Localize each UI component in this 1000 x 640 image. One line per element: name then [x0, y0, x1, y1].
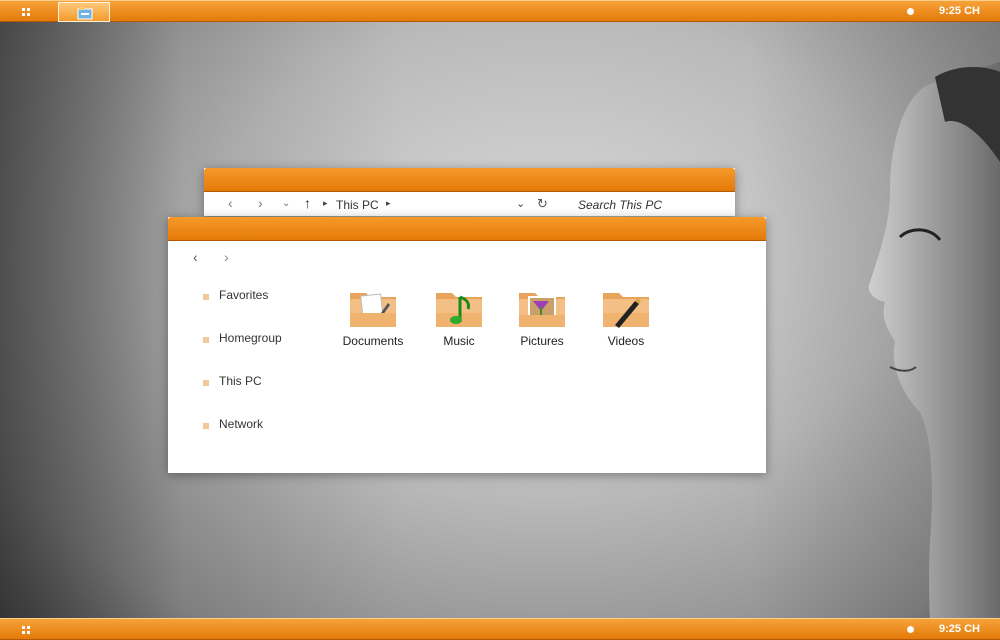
- bullet-icon: [203, 423, 209, 429]
- window-titlebar[interactable]: [168, 217, 766, 241]
- refresh-icon[interactable]: ↻: [537, 196, 548, 212]
- folder-pictures[interactable]: Pictures: [502, 287, 582, 348]
- pictures-icon: [519, 293, 565, 327]
- forward-arrow-icon[interactable]: ›: [224, 249, 229, 265]
- start-button[interactable]: [8, 622, 48, 638]
- documents-icon: [350, 293, 396, 327]
- bullet-icon: [203, 380, 209, 386]
- folder-documents[interactable]: Documents: [333, 287, 413, 348]
- folder-label: Documents: [342, 334, 404, 348]
- bullet-icon: [203, 337, 209, 343]
- start-button[interactable]: [8, 4, 48, 20]
- breadcrumb-this-pc[interactable]: This PC: [336, 198, 379, 212]
- clock[interactable]: 9:25 CH: [939, 623, 980, 635]
- address-bar: ‹ › ⌄ ↑ ▸ This PC ▸ ⌄ ↻ Search This PC: [204, 192, 735, 216]
- bullet-icon: [203, 294, 209, 300]
- search-input[interactable]: Search This PC: [578, 198, 662, 212]
- folder-music[interactable]: Music: [419, 287, 499, 348]
- sidebar-item-label: Favorites: [219, 288, 269, 302]
- back-arrow-icon[interactable]: ‹: [228, 195, 233, 211]
- file-explorer-icon: [77, 7, 93, 20]
- folder-label: Pictures: [520, 334, 564, 348]
- taskbar-file-explorer[interactable]: [58, 2, 110, 22]
- sidebar-item-label: This PC: [219, 374, 262, 388]
- wallpaper-portrait: [868, 62, 1000, 618]
- forward-arrow-icon[interactable]: ›: [258, 195, 263, 211]
- folder-label: Videos: [607, 334, 645, 348]
- music-note-icon: [436, 293, 482, 327]
- windows-logo-icon: [22, 8, 30, 16]
- tray-status-icon[interactable]: [907, 626, 914, 633]
- window-titlebar[interactable]: [204, 168, 735, 192]
- videos-pencil-icon: [603, 293, 649, 328]
- address-dropdown-icon[interactable]: ⌄: [516, 197, 525, 210]
- recent-chevron-icon[interactable]: ⌄: [282, 198, 290, 209]
- bottom-taskbar: 9:25 CH: [0, 618, 1000, 640]
- sidebar-item-label: Network: [219, 417, 264, 431]
- sidebar-item-label: Homegroup: [219, 331, 282, 345]
- tray-status-icon[interactable]: [907, 8, 914, 15]
- top-taskbar: 9:25 CH: [0, 0, 1000, 22]
- up-arrow-icon[interactable]: ↑: [304, 195, 311, 211]
- folder-videos[interactable]: Videos: [586, 287, 666, 348]
- explorer-window-back: ‹ › ⌄ ↑ ▸ This PC ▸ ⌄ ↻ Search This PC: [204, 168, 735, 216]
- folder-label: Music: [443, 334, 475, 348]
- breadcrumb-expand-icon[interactable]: ▸: [386, 198, 391, 209]
- clock[interactable]: 9:25 CH: [939, 5, 980, 17]
- windows-logo-icon: [22, 626, 30, 634]
- back-arrow-icon[interactable]: ‹: [193, 249, 198, 265]
- explorer-window-front: ‹ › Favorites Homegroup This PC Network …: [168, 217, 766, 473]
- breadcrumb-separator-icon: ▸: [323, 198, 328, 208]
